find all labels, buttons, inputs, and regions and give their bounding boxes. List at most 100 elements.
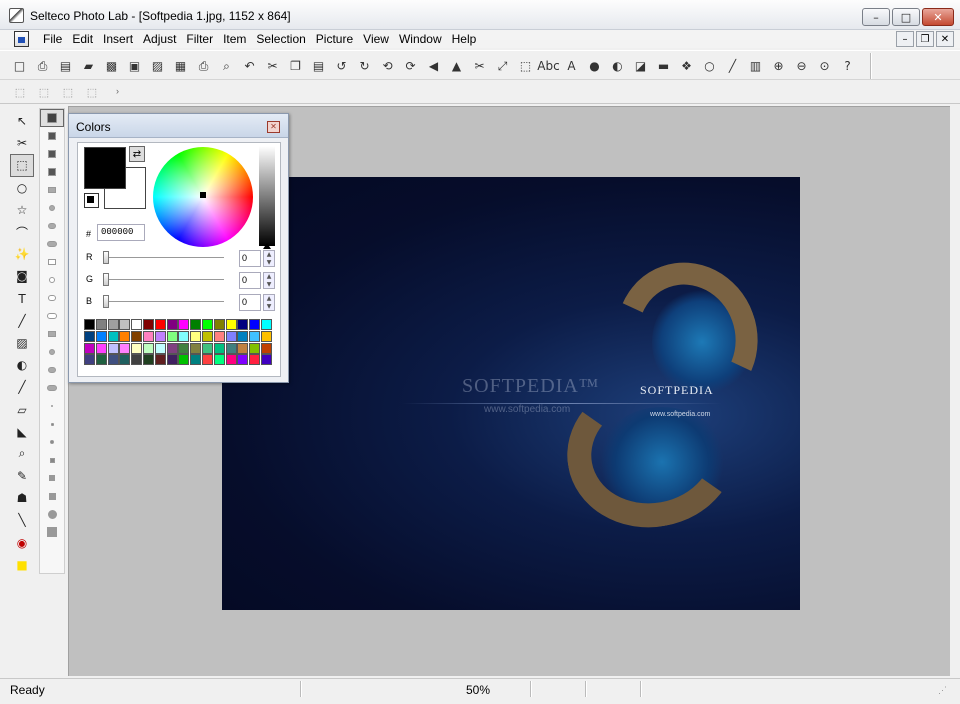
color-swatch[interactable] xyxy=(131,342,143,354)
select-none-icon[interactable]: ⬚ xyxy=(32,82,56,102)
color-swatch[interactable] xyxy=(84,354,95,366)
color-swatch[interactable] xyxy=(178,354,190,366)
blue-spin-buttons[interactable]: ▲ ▼ xyxy=(263,294,275,311)
rgb-icon[interactable]: ❖ xyxy=(675,55,698,77)
brush-size-option[interactable] xyxy=(40,433,64,451)
flip-horizontal-icon[interactable]: ◀ xyxy=(422,55,445,77)
color-swatch[interactable] xyxy=(142,319,154,330)
blue-value-input[interactable]: 0 xyxy=(239,294,261,311)
color-wheel-marker[interactable] xyxy=(200,192,206,198)
text-abc-icon[interactable]: Abc xyxy=(537,55,560,77)
red-slider-track[interactable] xyxy=(104,257,224,259)
magic-wand-tool[interactable]: ✨ xyxy=(10,243,34,265)
color-swatch[interactable] xyxy=(201,319,213,330)
color-swatch[interactable] xyxy=(119,319,131,330)
ellipse-select-tool[interactable]: ○ xyxy=(10,177,34,199)
color-swatch[interactable] xyxy=(142,342,154,354)
app-icon[interactable] xyxy=(9,8,24,23)
color-swatch[interactable] xyxy=(237,330,249,342)
lasso-tool[interactable]: ⌒ xyxy=(10,221,34,243)
spin-down-icon[interactable]: ▼ xyxy=(267,303,272,310)
paste-new-icon[interactable]: ▤ xyxy=(54,55,77,77)
menu-item[interactable]: View xyxy=(358,31,394,47)
menu-item[interactable]: Filter xyxy=(181,31,218,47)
new-icon[interactable]: □ xyxy=(8,55,31,77)
brush-size-option[interactable] xyxy=(40,271,64,289)
levels-icon[interactable]: ◪ xyxy=(629,55,652,77)
color-swatch[interactable] xyxy=(95,342,107,354)
eraser-tool[interactable]: ▱ xyxy=(10,398,34,420)
eyedropper-tool[interactable]: ╱ xyxy=(10,310,34,332)
mdi-close-button[interactable]: ✕ xyxy=(936,31,954,47)
red-slider-thumb[interactable] xyxy=(103,251,109,264)
color-swatch[interactable] xyxy=(95,330,107,342)
color-swatch[interactable] xyxy=(107,319,119,330)
spin-up-icon[interactable]: ▲ xyxy=(267,295,272,302)
color-swatch[interactable] xyxy=(119,330,131,342)
brush-size-option[interactable] xyxy=(40,505,64,523)
color-swatch[interactable] xyxy=(225,342,237,354)
maximize-button[interactable]: □ xyxy=(892,8,920,26)
red-value-input[interactable]: 0 xyxy=(239,250,261,267)
color-swatch[interactable] xyxy=(84,330,95,342)
default-colors-icon[interactable] xyxy=(84,193,99,208)
brush-size-option[interactable] xyxy=(40,289,64,307)
blue-slider-track[interactable] xyxy=(104,301,224,303)
document-icon[interactable] xyxy=(14,31,29,47)
green-slider-thumb[interactable] xyxy=(103,273,109,286)
spin-down-icon[interactable]: ▼ xyxy=(267,259,272,266)
save-icon[interactable]: ▣ xyxy=(123,55,146,77)
open-recent-icon[interactable]: ▩ xyxy=(100,55,123,77)
brush-size-option[interactable] xyxy=(40,415,64,433)
save-web-icon[interactable]: ▨ xyxy=(146,55,169,77)
color-swatch[interactable] xyxy=(154,342,166,354)
zoom-in-icon[interactable]: ⊕ xyxy=(767,55,790,77)
color-swatch[interactable] xyxy=(154,319,166,330)
color-swatch[interactable] xyxy=(213,354,225,366)
color-swatch[interactable] xyxy=(131,330,143,342)
menu-item[interactable]: Insert xyxy=(98,31,138,47)
color-swatch[interactable] xyxy=(107,354,119,366)
polygon-select-tool[interactable]: ☆ xyxy=(10,199,34,221)
rotate-180-icon[interactable]: ⟲ xyxy=(376,55,399,77)
scissors-tool[interactable]: ✂ xyxy=(10,132,34,154)
undo-icon[interactable]: ↶ xyxy=(238,55,261,77)
menu-item[interactable]: Edit xyxy=(67,31,98,47)
text-tool[interactable]: T xyxy=(10,288,34,310)
hex-input[interactable]: 000000 xyxy=(97,224,145,241)
rotate-left-icon[interactable]: ↺ xyxy=(330,55,353,77)
color-swatch[interactable] xyxy=(84,319,95,330)
paste-icon[interactable]: ▤ xyxy=(307,55,330,77)
brush-size-option[interactable] xyxy=(40,361,64,379)
open-icon[interactable]: ▰ xyxy=(77,55,100,77)
print-preview-icon[interactable]: ⎙ xyxy=(31,55,54,77)
clone-tool[interactable]: ◙ xyxy=(10,265,34,287)
brush-size-option[interactable] xyxy=(40,397,64,415)
preview-icon[interactable]: ⌕ xyxy=(215,55,238,77)
color-swatch[interactable] xyxy=(225,319,237,330)
color-swatch[interactable] xyxy=(249,330,261,342)
color-swatch[interactable] xyxy=(142,330,154,342)
color-swatch[interactable] xyxy=(166,330,178,342)
brush-size-option[interactable] xyxy=(40,109,64,127)
select-edit-icon[interactable]: ⬚ xyxy=(80,82,104,102)
brush-size-option[interactable] xyxy=(40,523,64,541)
help-icon[interactable]: ? xyxy=(836,55,859,77)
color-swatch[interactable] xyxy=(225,330,237,342)
toolbar-overflow-chevron[interactable]: › xyxy=(116,86,119,96)
blue-slider-thumb[interactable] xyxy=(103,295,109,308)
color-swatch[interactable] xyxy=(260,319,272,330)
select-all-icon[interactable]: ⬚ xyxy=(8,82,32,102)
color-swatch[interactable] xyxy=(166,319,178,330)
brush-size-option[interactable] xyxy=(40,217,64,235)
select-invert-icon[interactable]: ⬚ xyxy=(56,82,80,102)
menu-item[interactable]: Adjust xyxy=(138,31,181,47)
cut-icon[interactable]: ✂ xyxy=(261,55,284,77)
brush-size-option[interactable] xyxy=(40,469,64,487)
color-swatch[interactable] xyxy=(154,330,166,342)
brush-size-option[interactable] xyxy=(40,343,64,361)
close-button[interactable]: ✕ xyxy=(922,8,954,26)
brush-size-option[interactable] xyxy=(40,181,64,199)
color-swatch[interactable] xyxy=(107,342,119,354)
export-image-icon[interactable]: ▦ xyxy=(169,55,192,77)
